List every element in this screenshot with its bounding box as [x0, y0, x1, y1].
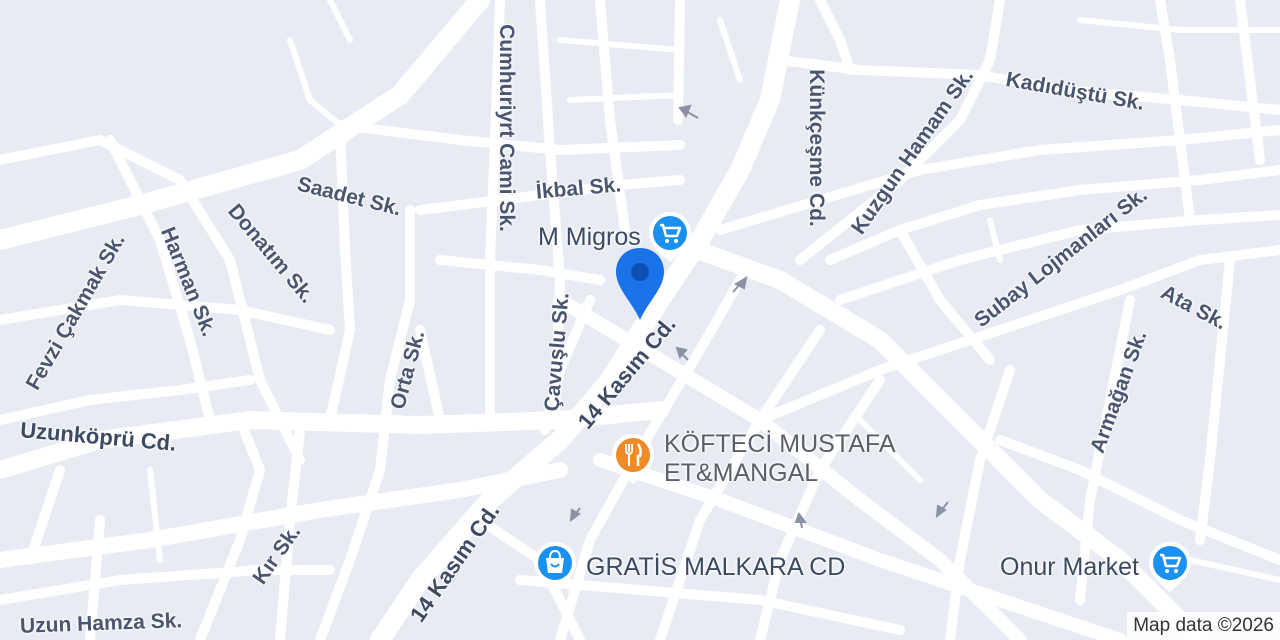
- road-minor: [325, 125, 355, 425]
- street-label-kunkcesme: Künkçeşme Cd.: [804, 69, 828, 227]
- road-minor: [673, 0, 685, 125]
- road-minor: [895, 225, 995, 365]
- poi-kofteci-mustafa[interactable]: KÖFTECİ MUSTAFA ET&MANGAL: [610, 430, 896, 488]
- fork-knife-icon: [610, 432, 656, 486]
- road-local: [567, 92, 683, 103]
- location-pin-icon[interactable]: [612, 246, 668, 322]
- road-minor: [815, 0, 855, 75]
- road-local: [717, 17, 743, 83]
- poi-name: GRATİS MALKARA CD: [586, 552, 846, 581]
- shopping-cart-icon: [1147, 540, 1193, 594]
- poi-name: Onur Market: [1000, 552, 1139, 581]
- road-local: [287, 37, 343, 128]
- road-minor: [0, 295, 335, 335]
- road-local: [327, 0, 353, 43]
- one-way-arrow: [675, 346, 689, 361]
- poi-gratis[interactable]: GRATİS MALKARA CD: [532, 540, 845, 594]
- road-local: [557, 37, 683, 53]
- road-local: [1187, 557, 1280, 583]
- map-attribution[interactable]: Map data ©2026: [1127, 612, 1280, 640]
- poi-name-line1: KÖFTECİ MUSTAFA: [664, 430, 896, 458]
- one-way-arrow: [935, 501, 949, 519]
- road-minor: [795, 0, 1005, 265]
- street-label-cumhuriyet-cami: Cumhuriyrt Cami Sk.: [494, 24, 518, 232]
- one-way-arrow: [569, 507, 581, 523]
- shopping-bag-icon: [532, 540, 578, 594]
- map-canvas[interactable]: Cumhuriyrt Cami Sk. Künkçeşme Cd. Kadıdü…: [0, 0, 1280, 640]
- poi-onur-market[interactable]: Onur Market: [1000, 540, 1193, 594]
- poi-name-line2: ET&MANGAL: [664, 459, 819, 487]
- road-local: [1077, 17, 1280, 33]
